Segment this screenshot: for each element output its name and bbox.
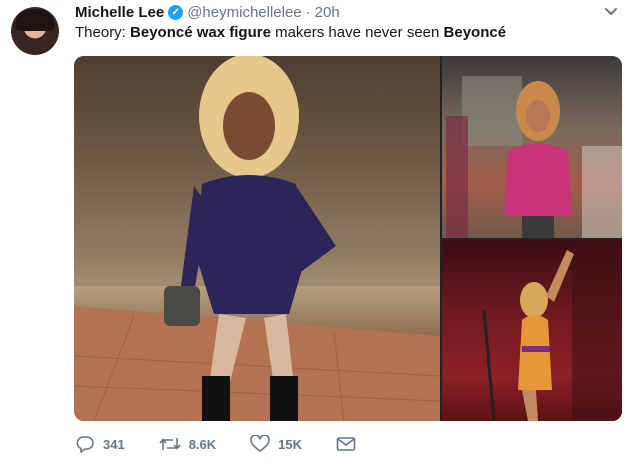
- reply-button[interactable]: 341: [75, 435, 125, 453]
- bottom-right-photo-art: [482, 240, 622, 421]
- retweet-icon: [159, 438, 181, 450]
- avatar[interactable]: [11, 7, 59, 55]
- display-name[interactable]: Michelle Lee: [75, 4, 164, 21]
- retweet-button[interactable]: 8.6K: [159, 435, 216, 453]
- user-handle[interactable]: @heymichellelee: [187, 4, 301, 21]
- tweet-actions: 341 8.6K 15K: [75, 433, 398, 455]
- media-grid: [74, 56, 622, 421]
- verified-badge-icon: ✓: [168, 4, 184, 20]
- separator-dot: ·: [305, 3, 311, 21]
- like-icon: [250, 435, 270, 452]
- reply-count: 341: [103, 436, 125, 452]
- tweet-text-part: Beyoncé: [443, 24, 507, 41]
- chevron-down-icon[interactable]: [603, 5, 619, 19]
- tweet-header: Michelle Lee ✓ @heymichellelee · 20h: [75, 3, 340, 21]
- reply-icon: [76, 436, 94, 453]
- like-button[interactable]: 15K: [250, 435, 302, 453]
- timestamp[interactable]: 20h: [315, 4, 340, 21]
- main-photo[interactable]: [74, 56, 440, 421]
- tweet-text-part: Beyoncé wax figure: [130, 24, 271, 41]
- retweet-count: 8.6K: [188, 436, 217, 452]
- tweet-text: Theory: Beyoncé wax figure makers have n…: [75, 24, 506, 42]
- direct-message-button[interactable]: [336, 436, 364, 452]
- top-right-photo[interactable]: [442, 56, 622, 238]
- avatar-hair: [15, 9, 55, 31]
- bottom-right-photo[interactable]: [442, 240, 622, 421]
- like-count: 15K: [278, 436, 303, 452]
- main-photo-art: [74, 56, 440, 421]
- top-right-photo-art: [446, 76, 622, 238]
- tweet-text-part: makers have never seen: [270, 24, 444, 41]
- direct-message-icon: [336, 437, 356, 451]
- tweet-text-part: Theory:: [75, 24, 131, 41]
